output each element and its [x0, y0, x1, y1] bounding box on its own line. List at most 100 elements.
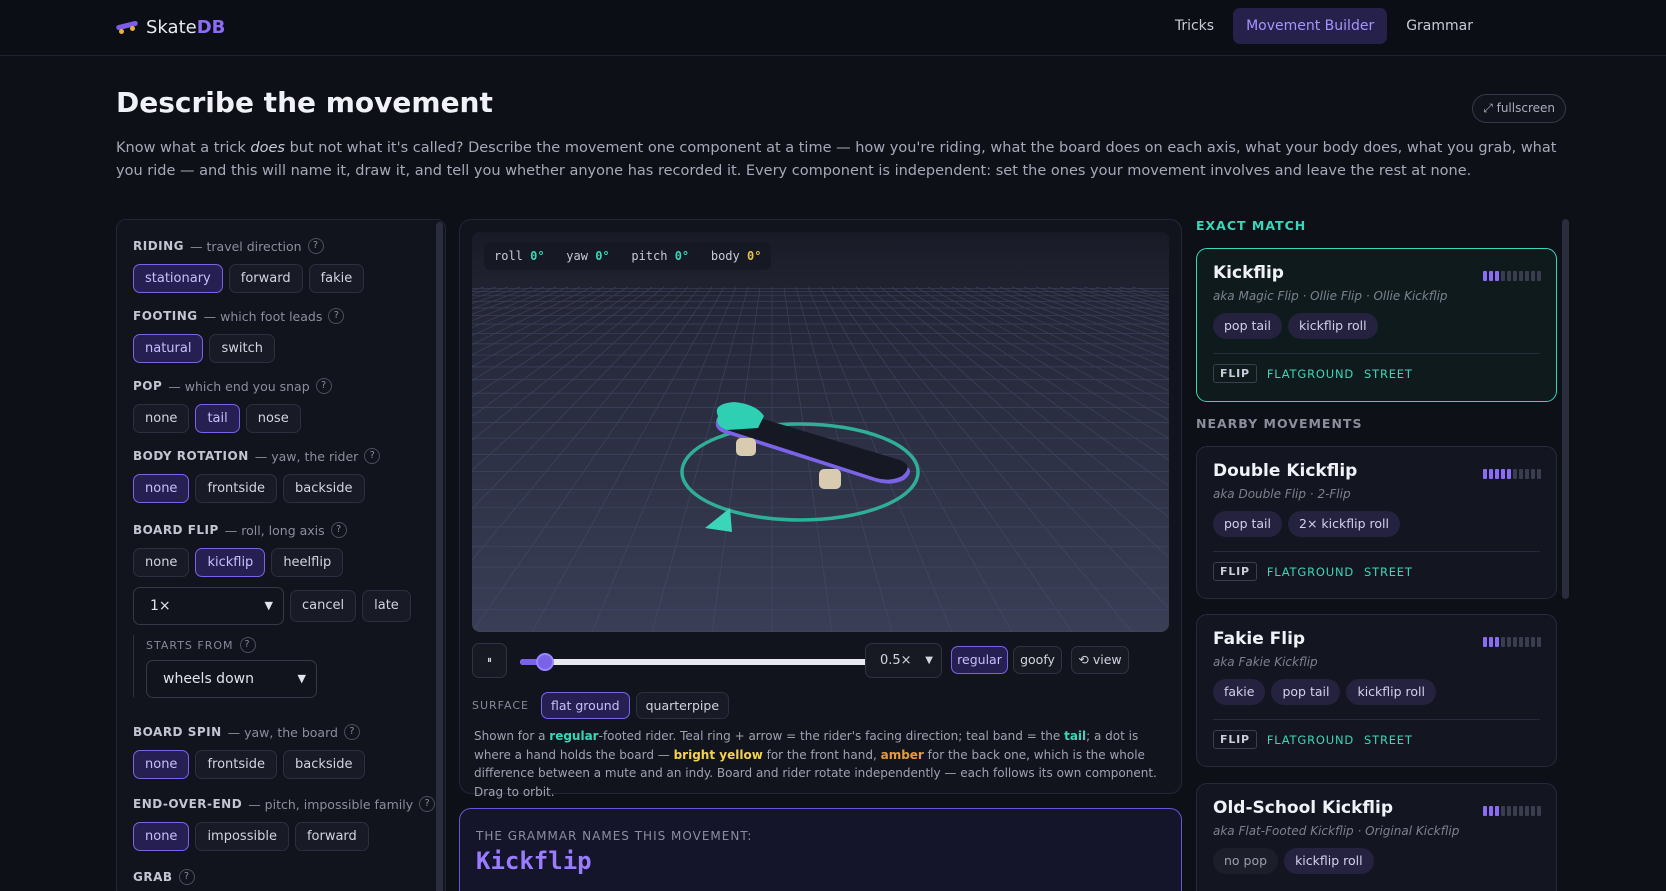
- option-nose[interactable]: nose: [245, 404, 301, 433]
- surface-flat-ground[interactable]: flat ground: [540, 691, 630, 719]
- stance-regular[interactable]: regular: [951, 646, 1008, 674]
- section-end-over-end: END-OVER-END — pitch, impossible family? …: [133, 794, 436, 851]
- difficulty-bar: [1519, 637, 1523, 647]
- fullscreen-button[interactable]: ⤢ fullscreen: [1472, 94, 1566, 123]
- difficulty-bar: [1525, 637, 1529, 647]
- option-tail[interactable]: tail: [195, 404, 240, 433]
- intro-text: Know what a trick does but not what it's…: [116, 140, 1557, 179]
- match-card-fakie-flip[interactable]: Fakie Flip aka Fakie Kickflip fakie pop …: [1196, 614, 1557, 767]
- difficulty-bar: [1489, 469, 1493, 479]
- help-icon[interactable]: ?: [364, 448, 381, 464]
- starts-from-value: wheels down: [163, 671, 254, 687]
- difficulty-bar: [1531, 271, 1535, 281]
- difficulty-bar: [1537, 637, 1541, 647]
- option-none[interactable]: none: [133, 474, 190, 503]
- trick-scene[interactable]: [472, 232, 1169, 632]
- difficulty-bar: [1501, 469, 1505, 479]
- app-name: SkateDB: [146, 16, 226, 38]
- skateboard-logo-icon: [115, 20, 139, 34]
- match-card-kickflip[interactable]: Kickflip aka Magic Flip · Ollie Flip · O…: [1196, 248, 1557, 402]
- match-card-old-school-kickflip[interactable]: Old-School Kickflip aka Flat-Footed Kick…: [1196, 783, 1557, 891]
- app-logo[interactable]: SkateDB: [115, 14, 226, 40]
- option-forward[interactable]: forward: [228, 264, 303, 293]
- component-tag: pop tail: [1213, 511, 1282, 537]
- nav-tricks[interactable]: Tricks: [1162, 8, 1227, 44]
- option-forward[interactable]: forward: [294, 822, 369, 851]
- grammar-trick-name: Kickflip: [476, 847, 592, 875]
- builder-scrollbar[interactable]: [436, 222, 443, 891]
- legend-caption: Shown for a regular-footed rider. Teal r…: [474, 729, 1157, 799]
- help-icon[interactable]: ?: [328, 308, 345, 324]
- option-none[interactable]: none: [133, 404, 190, 433]
- option-late[interactable]: late: [362, 590, 411, 622]
- stance-goofy[interactable]: goofy: [1013, 646, 1062, 674]
- help-icon[interactable]: ?: [315, 378, 332, 394]
- keyword-tag: FLATGROUND: [1266, 366, 1355, 381]
- option-none[interactable]: none: [133, 822, 190, 851]
- section-desc: — pitch, impossible family: [248, 796, 414, 812]
- nearby-label: NEARBY MOVEMENTS: [1196, 416, 1363, 431]
- speed-select[interactable]: 0.5× ▼: [865, 643, 942, 678]
- help-icon[interactable]: ?: [239, 637, 256, 653]
- difficulty-bar: [1519, 806, 1523, 816]
- component-tag: kickflip roll: [1288, 313, 1378, 339]
- help-icon[interactable]: ?: [330, 522, 347, 538]
- option-kickflip[interactable]: kickflip: [195, 548, 266, 577]
- surface-quarterpipe[interactable]: quarterpipe: [635, 691, 730, 719]
- flip-count-select[interactable]: 1× ▼: [133, 587, 284, 625]
- flip-count-value: 1×: [150, 598, 171, 614]
- component-tag: fakie: [1213, 679, 1266, 705]
- option-switch[interactable]: switch: [209, 334, 275, 363]
- option-none[interactable]: none: [133, 750, 190, 779]
- help-icon[interactable]: ?: [419, 796, 436, 812]
- option-heelflip[interactable]: heelflip: [271, 548, 344, 577]
- keyword-tag: STREET: [1364, 732, 1413, 747]
- match-aka: aka Magic Flip · Ollie Flip · Ollie Kick…: [1213, 289, 1448, 303]
- option-stationary[interactable]: stationary: [133, 264, 223, 293]
- difficulty-bar: [1531, 806, 1535, 816]
- difficulty-bar: [1489, 806, 1493, 816]
- keyword-tag: STREET: [1364, 366, 1413, 381]
- difficulty-bar: [1507, 469, 1511, 479]
- match-card-double-kickflip[interactable]: Double Kickflip aka Double Flip · 2-Flip…: [1196, 446, 1557, 599]
- nav-grammar[interactable]: Grammar: [1393, 8, 1486, 44]
- option-frontside[interactable]: frontside: [195, 750, 277, 779]
- difficulty-bar: [1483, 469, 1487, 479]
- pause-button[interactable]: ⏸: [472, 643, 507, 678]
- difficulty-bar: [1519, 271, 1523, 281]
- help-icon[interactable]: ?: [178, 869, 195, 885]
- section-desc: — which end you snap: [168, 378, 310, 394]
- option-impossible[interactable]: impossible: [195, 822, 289, 851]
- component-tag: pop tail: [1271, 679, 1341, 705]
- results-scrollbar[interactable]: [1562, 219, 1569, 599]
- option-fakie[interactable]: fakie: [308, 264, 365, 293]
- option-cancel[interactable]: cancel: [290, 590, 357, 622]
- difficulty-bar: [1501, 271, 1505, 281]
- option-natural[interactable]: natural: [133, 334, 204, 363]
- component-tag: kickflip roll: [1346, 679, 1437, 705]
- option-backside[interactable]: backside: [283, 750, 365, 779]
- section-label: POP: [133, 379, 163, 393]
- nav-movement-builder[interactable]: Movement Builder: [1233, 8, 1388, 44]
- component-tag: 2× kickflip roll: [1288, 511, 1400, 537]
- match-aka: aka Double Flip · 2-Flip: [1213, 487, 1351, 501]
- playback-controls: ⏸ 0.5× ▼ regular goofy ⟲ view: [472, 643, 1169, 679]
- difficulty-bar: [1507, 271, 1511, 281]
- section-desc: — travel direction: [190, 238, 302, 254]
- section-label: END-OVER-END: [133, 797, 243, 811]
- help-icon[interactable]: ?: [343, 724, 360, 740]
- option-backside[interactable]: backside: [283, 474, 365, 503]
- section-desc: — which foot leads: [203, 308, 323, 324]
- option-none[interactable]: none: [133, 548, 190, 577]
- reset-view-button[interactable]: ⟲ view: [1071, 646, 1129, 674]
- timeline-thumb[interactable]: [535, 653, 554, 671]
- keyword-tag: STREET: [1364, 564, 1413, 579]
- timeline-slider[interactable]: [520, 653, 874, 671]
- speed-value: 0.5×: [880, 653, 912, 668]
- option-frontside[interactable]: frontside: [195, 474, 277, 503]
- 3d-viewport[interactable]: roll 0° yaw 0° pitch 0° body 0°: [472, 232, 1169, 632]
- difficulty-bar: [1507, 806, 1511, 816]
- starts-from-select[interactable]: wheels down ▼: [146, 660, 317, 698]
- help-icon[interactable]: ?: [307, 238, 324, 254]
- grammar-result-card: THE GRAMMAR NAMES THIS MOVEMENT: Kickfli…: [459, 808, 1182, 891]
